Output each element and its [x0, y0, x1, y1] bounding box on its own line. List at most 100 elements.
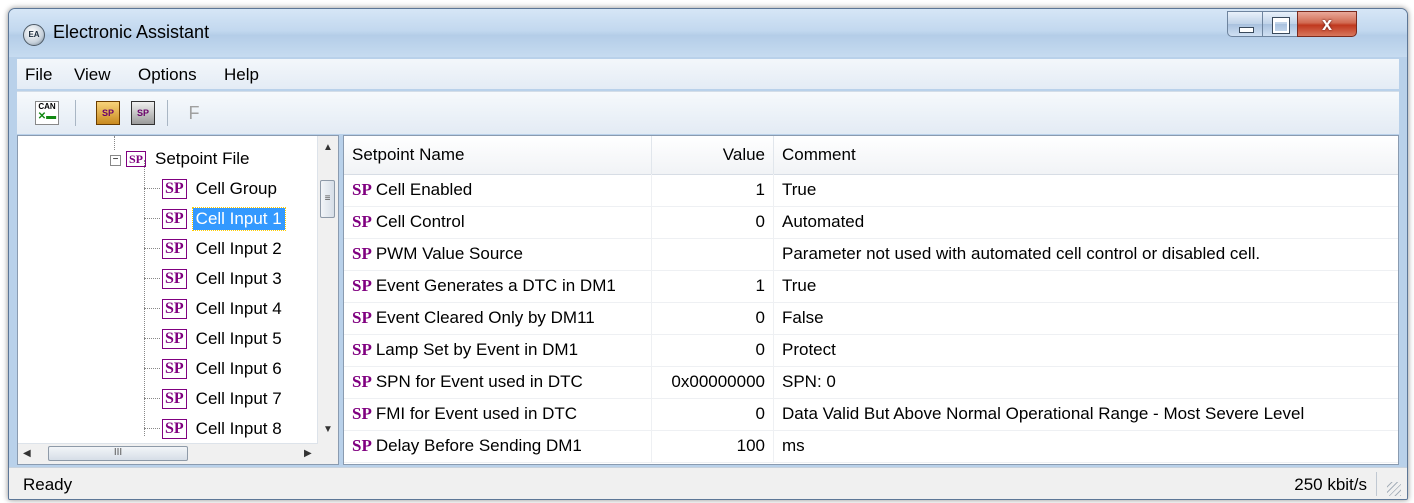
sp-item-icon: SP — [162, 178, 187, 199]
client-area: − SP Setpoint File SP Cell Group SP Cell Inp… — [17, 135, 1399, 465]
cell-setpoint-name[interactable]: SP PWM Value Source — [344, 238, 652, 270]
tree-item[interactable]: SP Cell Group — [162, 174, 280, 202]
cell-comment: Data Valid But Above Normal Operational … — [782, 404, 1305, 423]
cell-setpoint-name[interactable]: SP Cell Control — [344, 206, 652, 238]
cell-comment: Parameter not used with automated cell c… — [782, 244, 1261, 263]
table-row[interactable]: SP SPN for Event used in DTC 0x00000000 SPN… — [344, 366, 1398, 399]
sp-item-icon: SP — [162, 328, 187, 349]
tree-item[interactable]: SP Cell Input 4 — [162, 294, 285, 322]
close-button[interactable]: x — [1297, 11, 1357, 37]
tree-connector — [144, 218, 160, 219]
table-row[interactable]: SP Delay Before Sending DM1 100 ms — [344, 430, 1398, 463]
tree-connector — [144, 308, 160, 309]
minimize-icon — [1239, 27, 1254, 33]
cell-setpoint-name[interactable]: SP FMI for Event used in DTC — [344, 398, 652, 430]
table-row[interactable]: SP Cell Control 0 Automated — [344, 206, 1398, 239]
cell-setpoint-name[interactable]: SP Cell Enabled — [344, 174, 652, 206]
cell-value[interactable]: 100 — [652, 430, 774, 462]
maximize-button[interactable] — [1262, 11, 1298, 37]
tree-item[interactable]: SP Cell Input 5 — [162, 324, 285, 352]
toolbar-divider — [75, 100, 76, 126]
tree-item-label: Cell Input 7 — [195, 388, 282, 408]
menu-bar: File View Options Help — [17, 59, 1399, 89]
tree-root-setpoint-file[interactable]: SP Setpoint File — [126, 144, 253, 172]
menu-help[interactable]: Help — [224, 65, 259, 85]
baud-rate: 250 kbit/s — [1294, 475, 1367, 494]
tree-item[interactable]: SP Cell Input 7 — [162, 384, 285, 412]
tree-connector — [144, 338, 160, 339]
cell-comment: False — [782, 308, 824, 327]
collapse-toggle[interactable]: − — [110, 155, 121, 166]
cell-value[interactable]: 0 — [652, 334, 774, 366]
setpoint-tree[interactable]: − SP Setpoint File SP Cell Group SP Cell Inp… — [17, 135, 339, 465]
sp-prefix-icon: SP — [352, 308, 372, 327]
sp-prefix-icon: SP — [352, 436, 372, 455]
save-setpoint-button[interactable]: SP — [131, 101, 155, 125]
tree-item[interactable]: SP Cell Input 2 — [162, 234, 285, 262]
can-connect-button[interactable]: CAN ✕▬ — [35, 101, 59, 125]
cell-value[interactable]: 0 — [652, 302, 774, 334]
sp-item-icon: SP — [162, 208, 187, 229]
scroll-left-icon[interactable]: ◀ — [23, 448, 31, 459]
flash-button[interactable]: F — [182, 101, 206, 125]
open-setpoint-button[interactable]: SP — [96, 101, 120, 125]
cell-setpoint-name[interactable]: SP Delay Before Sending DM1 — [344, 430, 652, 462]
setpoint-name-text: FMI for Event used in DTC — [375, 404, 578, 423]
minimize-button[interactable] — [1227, 11, 1263, 37]
sp-item-icon: SP — [162, 358, 187, 379]
sp-item-icon: SP — [162, 418, 187, 439]
vertical-scroll-thumb[interactable]: ≡ — [320, 180, 335, 218]
tree-connector — [144, 428, 160, 429]
scroll-up-icon[interactable]: ▲ — [323, 142, 333, 153]
tree-item[interactable]: SP Cell Input 6 — [162, 354, 285, 382]
scroll-down-icon[interactable]: ▼ — [323, 424, 333, 435]
tree-connector — [144, 368, 160, 369]
app-icon[interactable]: EA — [23, 24, 45, 46]
toolbar: CAN ✕▬ SP SP F — [17, 91, 1399, 134]
cell-setpoint-name[interactable]: SP Lamp Set by Event in DM1 — [344, 334, 652, 366]
status-divider — [1376, 472, 1377, 496]
tree-item[interactable]: SP Cell Input 3 — [162, 264, 285, 292]
table-row[interactable]: SP Event Cleared Only by DM11 0 False — [344, 302, 1398, 335]
menu-file[interactable]: File — [25, 65, 52, 85]
cell-value[interactable]: 1 — [652, 270, 774, 302]
main-window: EA Electronic Assistant x File View Opti… — [8, 8, 1408, 500]
title-bar[interactable]: EA Electronic Assistant x — [9, 9, 1407, 57]
cell-value[interactable]: 0x00000000 — [652, 366, 774, 398]
table-row[interactable]: SP Lamp Set by Event in DM1 0 Protect — [344, 334, 1398, 367]
tree-item[interactable]: SP Cell Input 8 — [162, 414, 285, 442]
cell-value[interactable] — [652, 238, 774, 270]
table-row[interactable]: SP FMI for Event used in DTC 0 Data Valid B… — [344, 398, 1398, 431]
cell-value[interactable]: 0 — [652, 398, 774, 430]
sp-prefix-icon: SP — [352, 212, 372, 231]
scroll-right-icon[interactable]: ▶ — [304, 448, 312, 459]
cell-comment: ms — [782, 436, 805, 455]
close-icon: x — [1321, 14, 1332, 34]
setpoint-grid[interactable]: Setpoint Name Value Comment SP Cell Enabl… — [343, 135, 1399, 465]
window-title: Electronic Assistant — [53, 22, 210, 42]
tree-item[interactable]: SP Cell Input 1 — [162, 204, 286, 232]
tree-item-label: Cell Group — [195, 178, 277, 198]
cell-value[interactable]: 0 — [652, 206, 774, 238]
cell-setpoint-name[interactable]: SP Event Cleared Only by DM11 — [344, 302, 652, 334]
cell-value[interactable]: 1 — [652, 174, 774, 206]
table-row[interactable]: SP Cell Enabled 1 True — [344, 174, 1398, 207]
menu-options[interactable]: Options — [138, 65, 197, 85]
resize-grip-icon[interactable] — [1387, 482, 1401, 496]
cell-setpoint-name[interactable]: SP SPN for Event used in DTC — [344, 366, 652, 398]
sp-prefix-icon: SP — [352, 180, 372, 199]
tree-horizontal-scrollbar[interactable]: ◀ III ▶ — [18, 443, 318, 464]
column-header-comment[interactable]: Comment — [774, 136, 1398, 174]
column-header-name[interactable]: Setpoint Name — [344, 136, 652, 174]
maximize-icon — [1273, 18, 1289, 33]
column-header-value[interactable]: Value — [652, 136, 774, 174]
tree-root-label: Setpoint File — [155, 148, 250, 168]
horizontal-scroll-thumb[interactable]: III — [48, 446, 188, 461]
tree-vertical-scrollbar[interactable]: ▲ ≡ ▼ — [317, 136, 338, 446]
tree-item-label: Cell Input 1 — [191, 206, 286, 231]
cell-setpoint-name[interactable]: SP Event Generates a DTC in DM1 — [344, 270, 652, 302]
setpoint-name-text: Lamp Set by Event in DM1 — [375, 340, 579, 359]
menu-view[interactable]: View — [74, 65, 111, 85]
table-row[interactable]: SP PWM Value Source Parameter not used wit… — [344, 238, 1398, 271]
table-row[interactable]: SP Event Generates a DTC in DM1 1 True — [344, 270, 1398, 303]
